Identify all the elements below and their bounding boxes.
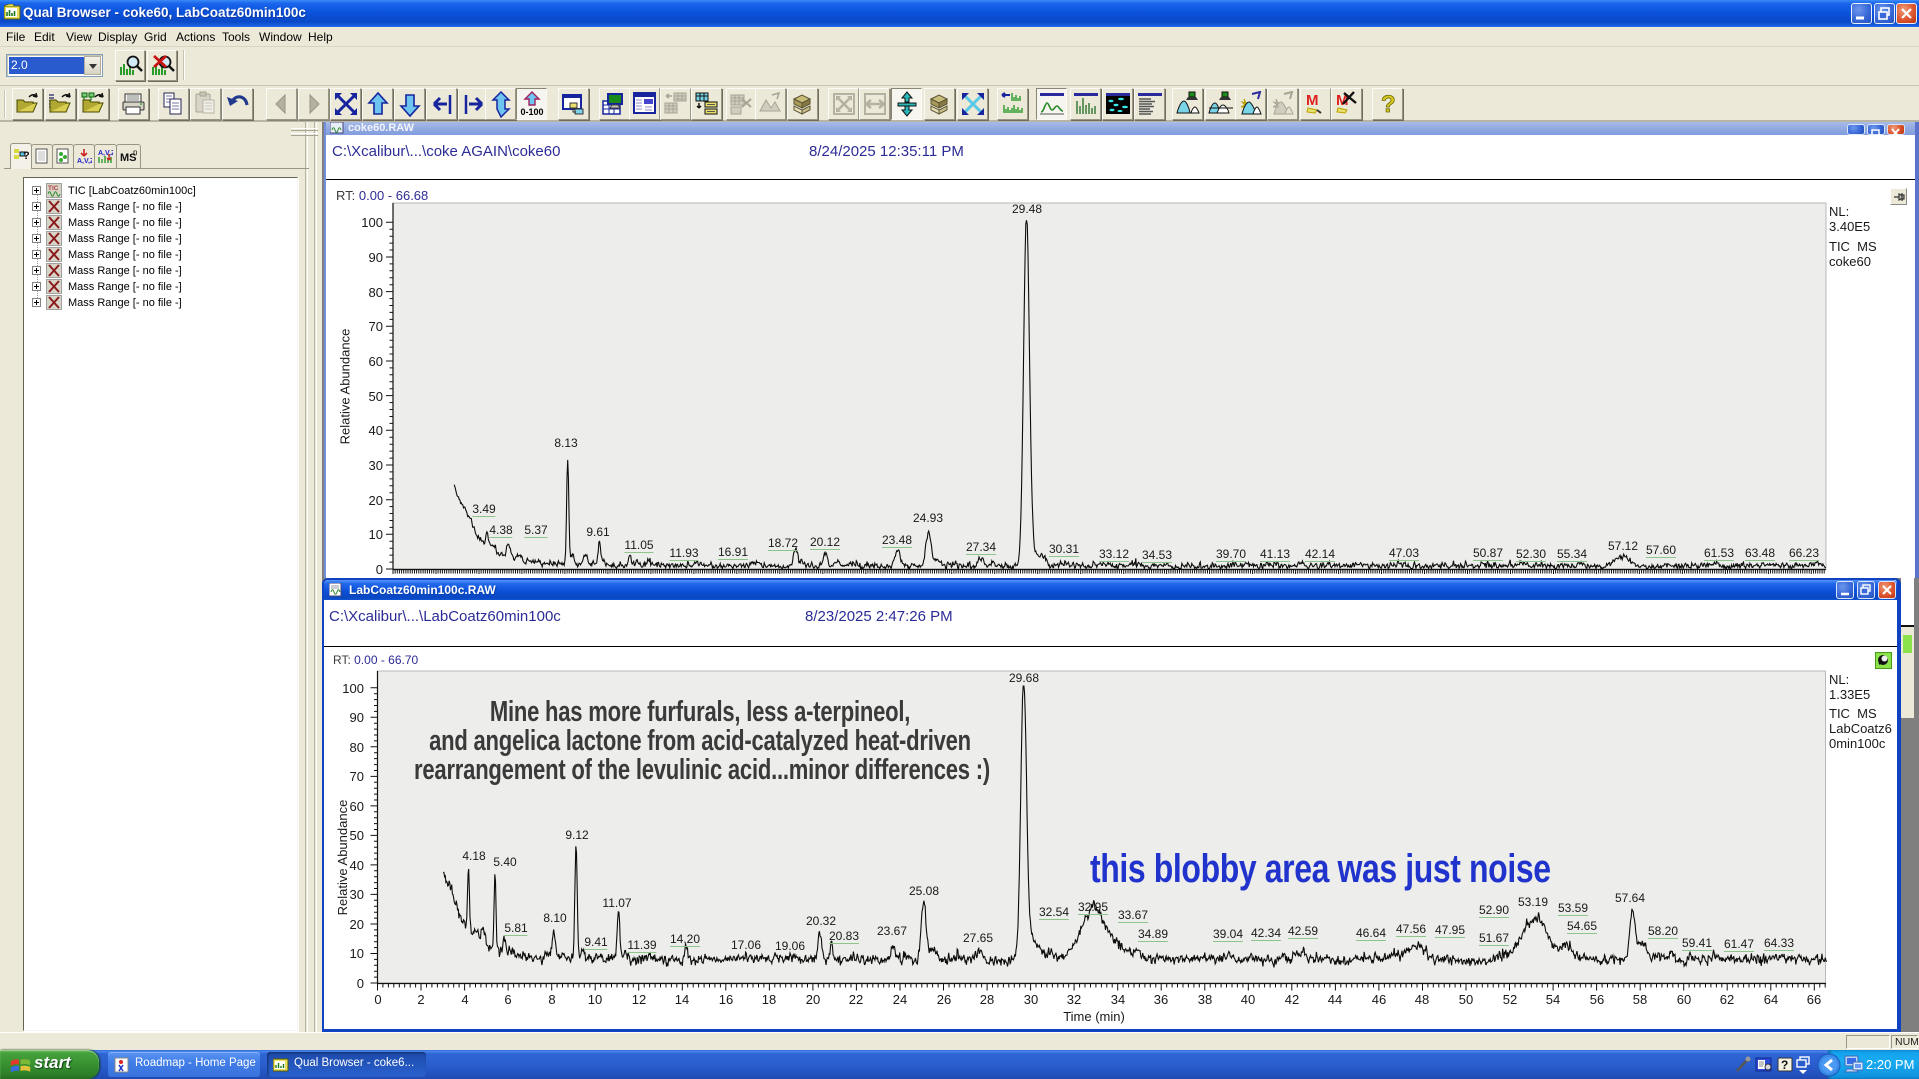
svg-text:A,V,Z: A,V,Z bbox=[77, 158, 92, 164]
svg-text:n: n bbox=[133, 148, 137, 157]
svg-text:M: M bbox=[1306, 92, 1319, 109]
svg-text:0-100: 0-100 bbox=[520, 107, 543, 117]
svg-text:?: ? bbox=[1781, 1058, 1788, 1072]
svg-text:A,V,Z: A,V,Z bbox=[98, 150, 113, 157]
svg-text:?: ? bbox=[23, 150, 29, 162]
svg-text:TIC: TIC bbox=[48, 185, 59, 192]
svg-text:?: ? bbox=[1381, 91, 1396, 118]
